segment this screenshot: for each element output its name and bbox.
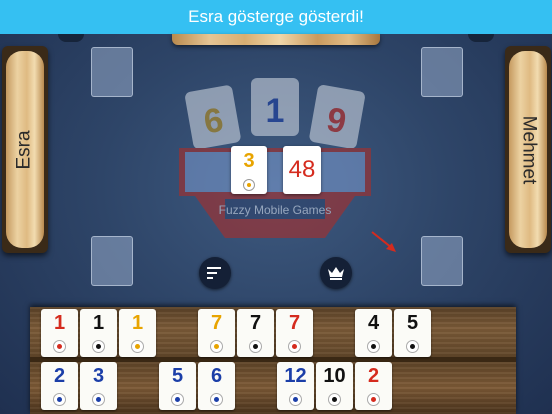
rack-tile[interactable]: 6	[198, 362, 235, 410]
rack-tile[interactable]: 10	[316, 362, 353, 410]
tile-dot	[328, 393, 341, 406]
remaining-tiles-count[interactable]: 48	[283, 146, 321, 194]
rack-tile[interactable]: 1	[119, 309, 156, 357]
rack-tile[interactable]: 5	[159, 362, 196, 410]
logo-tile-2-text: 1	[266, 92, 285, 130]
sort-button[interactable]	[199, 257, 231, 289]
tile-number: 6	[210, 365, 223, 387]
tile-number: 5	[171, 365, 184, 387]
player-panel-right[interactable]: Mehmet	[505, 46, 551, 253]
indicator-tile: 3	[231, 146, 267, 194]
discard-slot-top-right[interactable]	[421, 47, 463, 97]
game-logo-watermark: 6 1 9 Fuzzy Mobile Games	[179, 78, 371, 238]
notification-text: Esra gösterge gösterdi!	[188, 7, 364, 26]
indicator-dot	[243, 179, 255, 191]
tile-number: 1	[131, 312, 144, 334]
rack-tile[interactable]: 1	[80, 309, 117, 357]
turn-arrow-icon	[371, 231, 396, 252]
crown-icon	[328, 267, 344, 280]
tile-number: 4	[367, 312, 380, 334]
logo-brand-text: Fuzzy Mobile Games	[219, 203, 332, 217]
rack-tile[interactable]: 2	[355, 362, 392, 410]
rack-tile[interactable]: 7	[237, 309, 274, 357]
tile-dot	[171, 393, 184, 406]
tile-number: 10	[323, 365, 346, 387]
tile-dot	[249, 340, 262, 353]
player-panel-left[interactable]: Esra	[2, 46, 48, 253]
tile-dot	[288, 340, 301, 353]
tile-dot	[210, 393, 223, 406]
rack-tile[interactable]: 3	[80, 362, 117, 410]
rack-tile[interactable]: 2	[41, 362, 78, 410]
tile-number: 3	[92, 365, 105, 387]
tile-dot	[92, 393, 105, 406]
tile-dot	[367, 393, 380, 406]
tile-dot	[53, 393, 66, 406]
sort-icon	[207, 267, 221, 279]
rack-tile[interactable]: 7	[198, 309, 235, 357]
notification-banner: Esra gösterge gösterdi!	[0, 0, 552, 34]
top-right-corner-decor	[468, 34, 494, 42]
top-player-rack	[172, 34, 380, 45]
tile-dot	[367, 340, 380, 353]
rack-tile[interactable]: 7	[276, 309, 313, 357]
tile-number: 2	[367, 365, 380, 387]
rack-tile[interactable]: 12	[277, 362, 314, 410]
tile-dot	[210, 340, 223, 353]
discard-slot-bottom-right[interactable]	[421, 236, 463, 286]
tile-number: 1	[53, 312, 66, 334]
tile-dot	[53, 340, 66, 353]
tile-dot	[92, 340, 105, 353]
discard-slot-bottom-left[interactable]	[91, 236, 133, 286]
rack-tile[interactable]: 5	[394, 309, 431, 357]
player-name-left: Esra	[14, 129, 36, 170]
rack-tile[interactable]: 4	[355, 309, 392, 357]
tile-dot	[289, 393, 302, 406]
tile-dot	[406, 340, 419, 353]
tile-number: 1	[92, 312, 105, 334]
discard-slot-top-left[interactable]	[91, 47, 133, 97]
tile-number: 2	[53, 365, 66, 387]
tile-number: 7	[249, 312, 262, 334]
top-left-corner-decor	[58, 34, 84, 42]
indicator-number: 3	[243, 150, 255, 172]
crown-button[interactable]	[320, 257, 352, 289]
tile-dot	[131, 340, 144, 353]
tile-number: 12	[284, 365, 307, 387]
tile-number: 7	[288, 312, 301, 334]
player-name-right: Mehmet	[518, 115, 540, 184]
rack-tile[interactable]: 1	[41, 309, 78, 357]
tile-number: 7	[210, 312, 223, 334]
tile-number: 5	[406, 312, 419, 334]
